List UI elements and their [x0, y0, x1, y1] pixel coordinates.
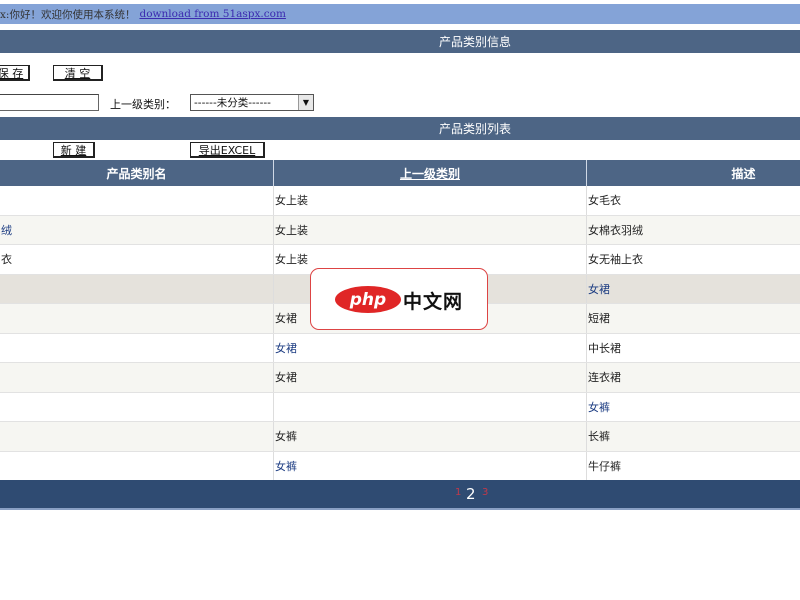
cell-category-name[interactable]: [0, 274, 274, 303]
page-link-prev[interactable]: 1: [455, 487, 461, 498]
clear-button[interactable]: 清 空: [53, 65, 103, 81]
cell-category-name[interactable]: [0, 451, 274, 480]
pager: 1 2 3: [0, 480, 800, 510]
table-row[interactable]: 女裤 牛仔裤: [0, 451, 800, 481]
parent-category-label: 上一级类别：: [110, 98, 176, 111]
chevron-down-icon[interactable]: ▼: [298, 95, 313, 110]
table-row[interactable]: 绒 女上装 女棉衣羽绒: [0, 215, 800, 245]
cell-category-name[interactable]: [0, 186, 274, 215]
cell-parent-category: 女上装: [274, 215, 587, 244]
cell-description: 牛仔裤: [588, 459, 621, 473]
cell-description: 中长裙: [588, 341, 621, 355]
column-header-parent[interactable]: 上一级类别: [274, 160, 587, 186]
cell-description: 女裤: [588, 400, 610, 414]
php-cn-watermark: php 中文网: [310, 268, 488, 330]
save-button[interactable]: 保 存: [0, 65, 30, 81]
new-button[interactable]: 新 建: [53, 142, 95, 158]
parent-category-select[interactable]: ------未分类------ ▼: [190, 94, 314, 111]
cell-category-name[interactable]: [0, 304, 274, 333]
cell-parent-category: 女上装: [274, 186, 587, 215]
table-row[interactable]: 女裤: [0, 392, 800, 422]
column-header-name[interactable]: 产品类别名: [0, 160, 274, 186]
info-section-header: 产品类别信息: [0, 30, 800, 53]
download-link[interactable]: download from 51aspx.com: [139, 8, 285, 20]
cell-description: 长裤: [588, 430, 610, 444]
info-section-title: 产品类别信息: [438, 35, 511, 49]
cell-category-name[interactable]: [0, 422, 274, 451]
watermark-text: 中文网: [403, 291, 464, 313]
cell-category-name[interactable]: [0, 363, 274, 392]
table-row[interactable]: 女裤 长裤: [0, 422, 800, 452]
list-section-title: 产品类别列表: [438, 122, 511, 136]
cell-parent-category: [274, 392, 587, 421]
category-name-input[interactable]: [0, 94, 99, 111]
table-header: 产品类别名 上一级类别 描述: [0, 160, 800, 186]
cell-category-name[interactable]: [0, 333, 274, 362]
cell-parent-category: 女裤: [274, 422, 587, 451]
php-logo: php: [335, 286, 401, 313]
cell-description: 女无袖上衣: [588, 253, 643, 267]
cell-category-name[interactable]: 绒: [0, 215, 274, 244]
cell-parent-category: 女裤: [274, 451, 587, 480]
cell-category-name[interactable]: 衣: [0, 245, 274, 274]
cell-description: 连衣裙: [588, 371, 621, 385]
cell-parent-category: 女裙: [274, 363, 587, 392]
page-link-next[interactable]: 3: [482, 487, 488, 498]
cell-description: 短裙: [588, 312, 610, 326]
list-section-header: 产品类别列表: [0, 117, 800, 140]
parent-category-select-value: ------未分类------: [194, 97, 271, 109]
export-excel-button[interactable]: 导出EXCEL: [190, 142, 265, 158]
column-header-description[interactable]: 描述: [587, 160, 800, 186]
table-row[interactable]: 女上装 女毛衣: [0, 186, 800, 216]
cell-parent-category: 女裙: [274, 333, 587, 362]
cell-description: 女裙: [588, 282, 610, 296]
page-current: 2: [466, 485, 476, 503]
table-row[interactable]: 女裙 连衣裙: [0, 363, 800, 393]
cell-category-name[interactable]: [0, 392, 274, 421]
cell-description: 女棉衣羽绒: [588, 223, 643, 237]
cell-description: 女毛衣: [588, 194, 621, 208]
welcome-text: x:你好！欢迎你使用本系统！: [0, 8, 136, 21]
table-row[interactable]: 女裙 中长裙: [0, 333, 800, 363]
top-bar: x:你好！欢迎你使用本系统！ download from 51aspx.com: [0, 4, 800, 24]
